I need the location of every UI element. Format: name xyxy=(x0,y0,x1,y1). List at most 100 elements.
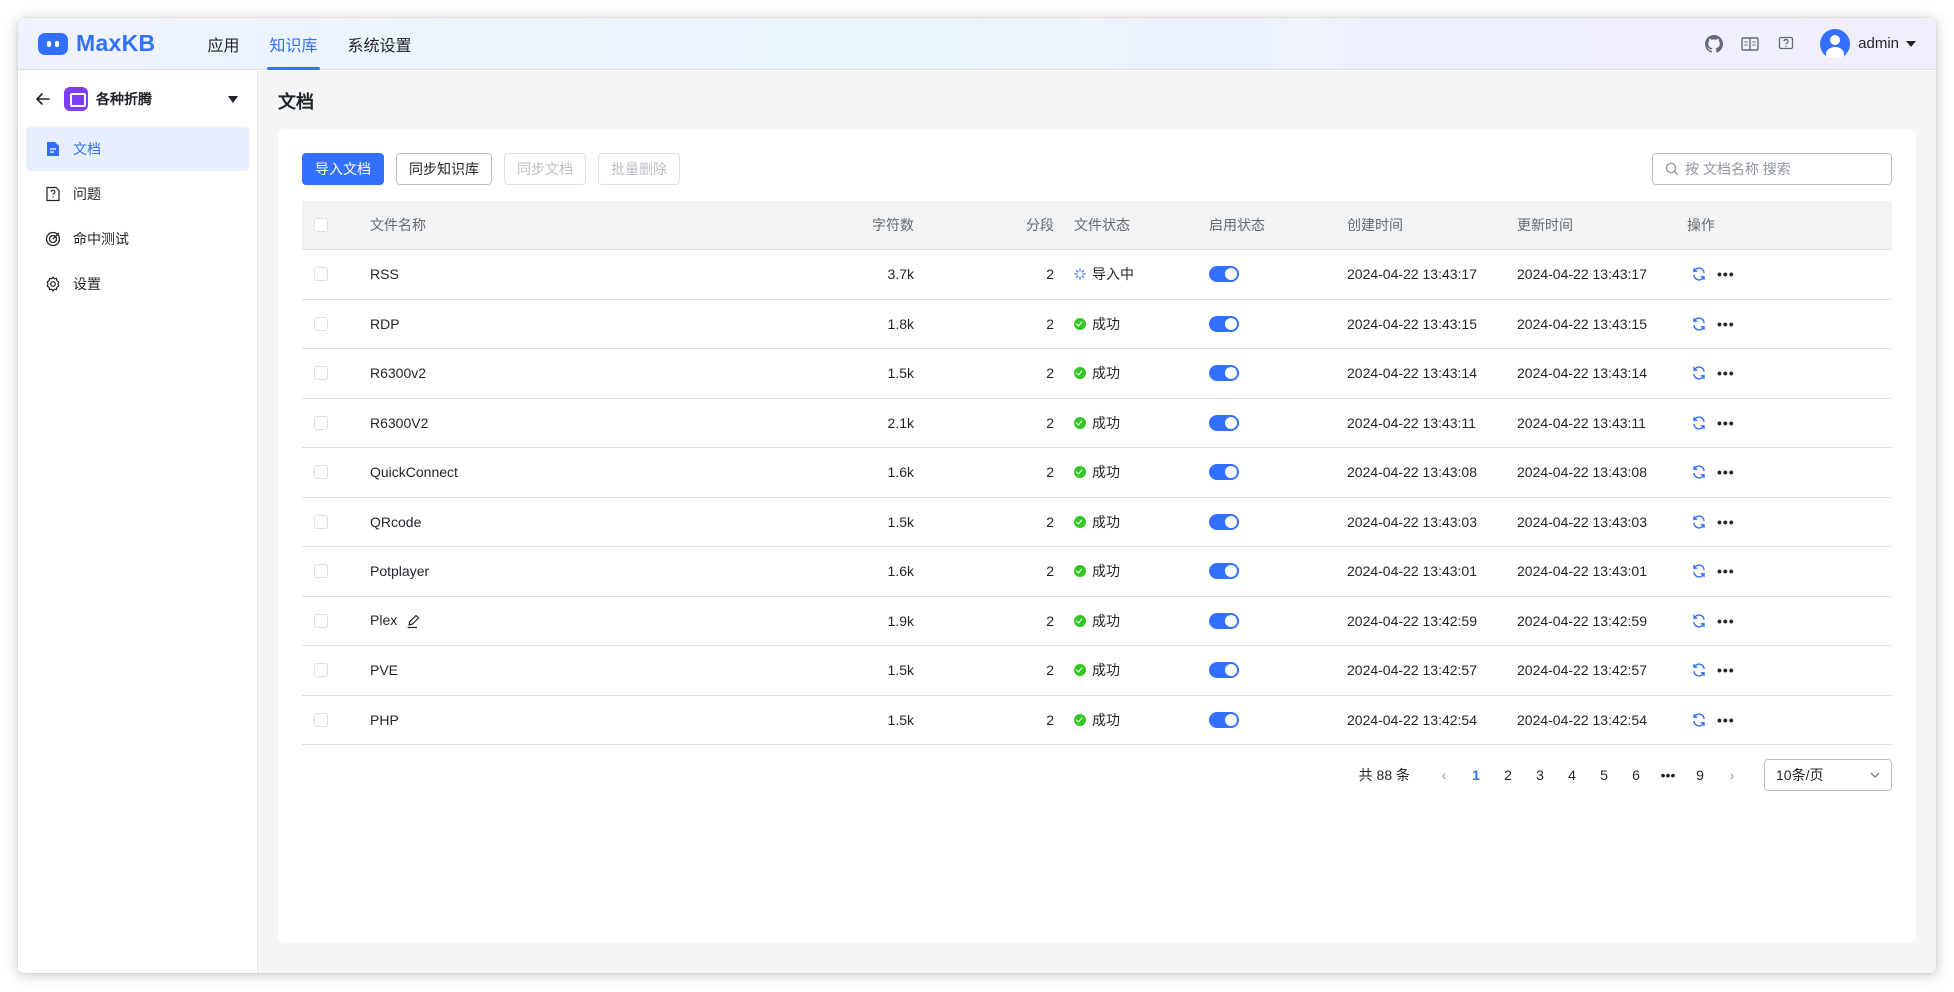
table-row[interactable]: Plex 1.9k 2 成功 2024-04-22 13:42:59 2024-04-22… xyxy=(302,597,1892,646)
github-icon[interactable] xyxy=(1704,34,1724,54)
table-row[interactable]: Potplayer 1.6k 2 成功 2024-04-22 13:43:01 2024-… xyxy=(302,547,1892,597)
table-row[interactable]: PHP 1.5k 2 成功 2024-04-22 13:42:54 2024-04-22 … xyxy=(302,696,1892,745)
nav-item-system-settings[interactable]: 系统设置 xyxy=(333,18,427,70)
sync-icon[interactable] xyxy=(1691,316,1707,332)
sidebar-item-settings[interactable]: 设置 xyxy=(26,262,249,306)
enabled-toggle[interactable] xyxy=(1209,414,1239,431)
more-icon[interactable]: ••• xyxy=(1717,713,1735,727)
enabled-toggle[interactable] xyxy=(1209,464,1239,481)
page-button[interactable]: 2 xyxy=(1492,767,1524,783)
status-text: 导入中 xyxy=(1092,266,1134,283)
sync-icon[interactable] xyxy=(1691,415,1707,431)
search-box[interactable] xyxy=(1652,153,1892,185)
status-text: 成功 xyxy=(1092,662,1120,679)
nav-item-knowledge-base[interactable]: 知识库 xyxy=(254,18,332,70)
kb-icon xyxy=(64,87,88,111)
more-icon[interactable]: ••• xyxy=(1717,515,1735,529)
table-row[interactable]: QuickConnect 1.6k 2 成功 2024-04-22 13:43:08 20… xyxy=(302,448,1892,498)
sync-icon[interactable] xyxy=(1691,662,1707,678)
top-nav: 应用 知识库 系统设置 xyxy=(192,18,426,70)
row-checkbox[interactable] xyxy=(314,564,328,579)
more-icon[interactable]: ••• xyxy=(1717,416,1735,430)
sidebar-item-label: 命中测试 xyxy=(73,231,129,247)
page-button[interactable]: 1 xyxy=(1460,767,1492,783)
sync-document-button[interactable]: 同步文档 xyxy=(504,153,586,185)
enabled-toggle[interactable] xyxy=(1209,711,1239,728)
enabled-toggle[interactable] xyxy=(1209,612,1239,629)
row-checkbox[interactable] xyxy=(314,415,328,430)
doc-name[interactable]: Potplayer xyxy=(370,563,429,579)
table-row[interactable]: RDP 1.8k 2 成功 2024-04-22 13:43:15 2024-04-22 … xyxy=(302,300,1892,349)
doc-name[interactable]: PVE xyxy=(370,662,398,678)
table-row[interactable]: RSS 3.7k 2 导入中 2024-04-22 13:43:17 2024-04-22… xyxy=(302,250,1892,300)
more-icon[interactable]: ••• xyxy=(1717,267,1735,281)
enabled-toggle[interactable] xyxy=(1209,662,1239,679)
row-checkbox[interactable] xyxy=(314,613,328,628)
enabled-toggle[interactable] xyxy=(1209,365,1239,382)
logo[interactable]: MaxKB xyxy=(38,30,155,57)
row-checkbox[interactable] xyxy=(314,316,328,331)
search-input[interactable] xyxy=(1685,161,1875,177)
table-row[interactable]: R6300v2 1.5k 2 成功 2024-04-22 13:43:14 2024-04… xyxy=(302,349,1892,399)
sync-kb-button[interactable]: 同步知识库 xyxy=(396,153,492,185)
import-document-button[interactable]: 导入文档 xyxy=(302,153,384,185)
enabled-toggle[interactable] xyxy=(1209,563,1239,580)
sync-icon[interactable] xyxy=(1691,514,1707,530)
sync-icon[interactable] xyxy=(1691,464,1707,480)
more-icon[interactable]: ••• xyxy=(1717,317,1735,331)
page-button[interactable]: 6 xyxy=(1620,767,1652,783)
doc-name[interactable]: QuickConnect xyxy=(370,464,458,480)
page-button[interactable]: 4 xyxy=(1556,767,1588,783)
help-icon[interactable] xyxy=(1776,34,1796,54)
sync-icon[interactable] xyxy=(1691,365,1707,381)
more-icon[interactable]: ••• xyxy=(1717,465,1735,479)
sidebar-item-questions[interactable]: 问题 xyxy=(26,172,249,216)
sidebar: 各种折腾 文档 问题 命中测试 设置 xyxy=(18,71,258,973)
doc-name[interactable]: R6300v2 xyxy=(370,365,426,381)
sync-icon[interactable] xyxy=(1691,266,1707,282)
more-icon[interactable]: ••• xyxy=(1717,614,1735,628)
book-icon[interactable] xyxy=(1740,34,1760,54)
sync-icon[interactable] xyxy=(1691,712,1707,728)
doc-name[interactable]: RDP xyxy=(370,316,400,332)
nav-item-apps[interactable]: 应用 xyxy=(192,18,254,70)
more-icon[interactable]: ••• xyxy=(1717,564,1735,578)
select-all-checkbox[interactable] xyxy=(314,218,328,232)
sync-icon[interactable] xyxy=(1691,563,1707,579)
page-button[interactable]: 9 xyxy=(1684,767,1716,783)
user-menu[interactable]: admin xyxy=(1820,28,1916,59)
row-checkbox[interactable] xyxy=(314,267,328,282)
sync-icon[interactable] xyxy=(1691,613,1707,629)
row-checkbox[interactable] xyxy=(314,663,328,678)
page-button[interactable]: 5 xyxy=(1588,767,1620,783)
edit-icon[interactable] xyxy=(405,613,421,629)
more-icon[interactable]: ••• xyxy=(1717,366,1735,380)
enabled-toggle[interactable] xyxy=(1209,266,1239,283)
batch-delete-button[interactable]: 批量删除 xyxy=(598,153,680,185)
page-size-select[interactable]: 10条/页 xyxy=(1764,759,1892,791)
table-row[interactable]: PVE 1.5k 2 成功 2024-04-22 13:42:57 2024-04-22 … xyxy=(302,646,1892,696)
row-checkbox[interactable] xyxy=(314,366,328,381)
next-page-icon[interactable]: › xyxy=(1716,767,1748,783)
table-row[interactable]: QRcode 1.5k 2 成功 2024-04-22 13:43:03 2024-04-… xyxy=(302,498,1892,547)
sidebar-item-hit-test[interactable]: 命中测试 xyxy=(26,217,249,261)
doc-name[interactable]: Plex xyxy=(370,612,397,628)
sidebar-item-documents[interactable]: 文档 xyxy=(26,127,249,171)
enabled-toggle[interactable] xyxy=(1209,513,1239,530)
row-checkbox[interactable] xyxy=(314,712,328,727)
more-icon[interactable]: ••• xyxy=(1717,663,1735,677)
page-ellipsis[interactable]: ••• xyxy=(1652,767,1684,783)
doc-name[interactable]: RSS xyxy=(370,266,399,282)
table-row[interactable]: R6300V2 2.1k 2 成功 2024-04-22 13:43:11 2024-04… xyxy=(302,399,1892,448)
row-checkbox[interactable] xyxy=(314,514,328,529)
doc-name[interactable]: R6300V2 xyxy=(370,415,428,431)
row-checkbox[interactable] xyxy=(314,465,328,480)
enabled-toggle[interactable] xyxy=(1209,315,1239,332)
doc-name[interactable]: PHP xyxy=(370,712,399,728)
back-arrow-icon[interactable] xyxy=(34,90,52,108)
prev-page-icon[interactable]: ‹ xyxy=(1428,767,1460,783)
caret-down-icon[interactable] xyxy=(228,95,238,103)
page-button[interactable]: 3 xyxy=(1524,767,1556,783)
kb-selector[interactable]: 各种折腾 xyxy=(18,71,257,127)
doc-name[interactable]: QRcode xyxy=(370,514,421,530)
